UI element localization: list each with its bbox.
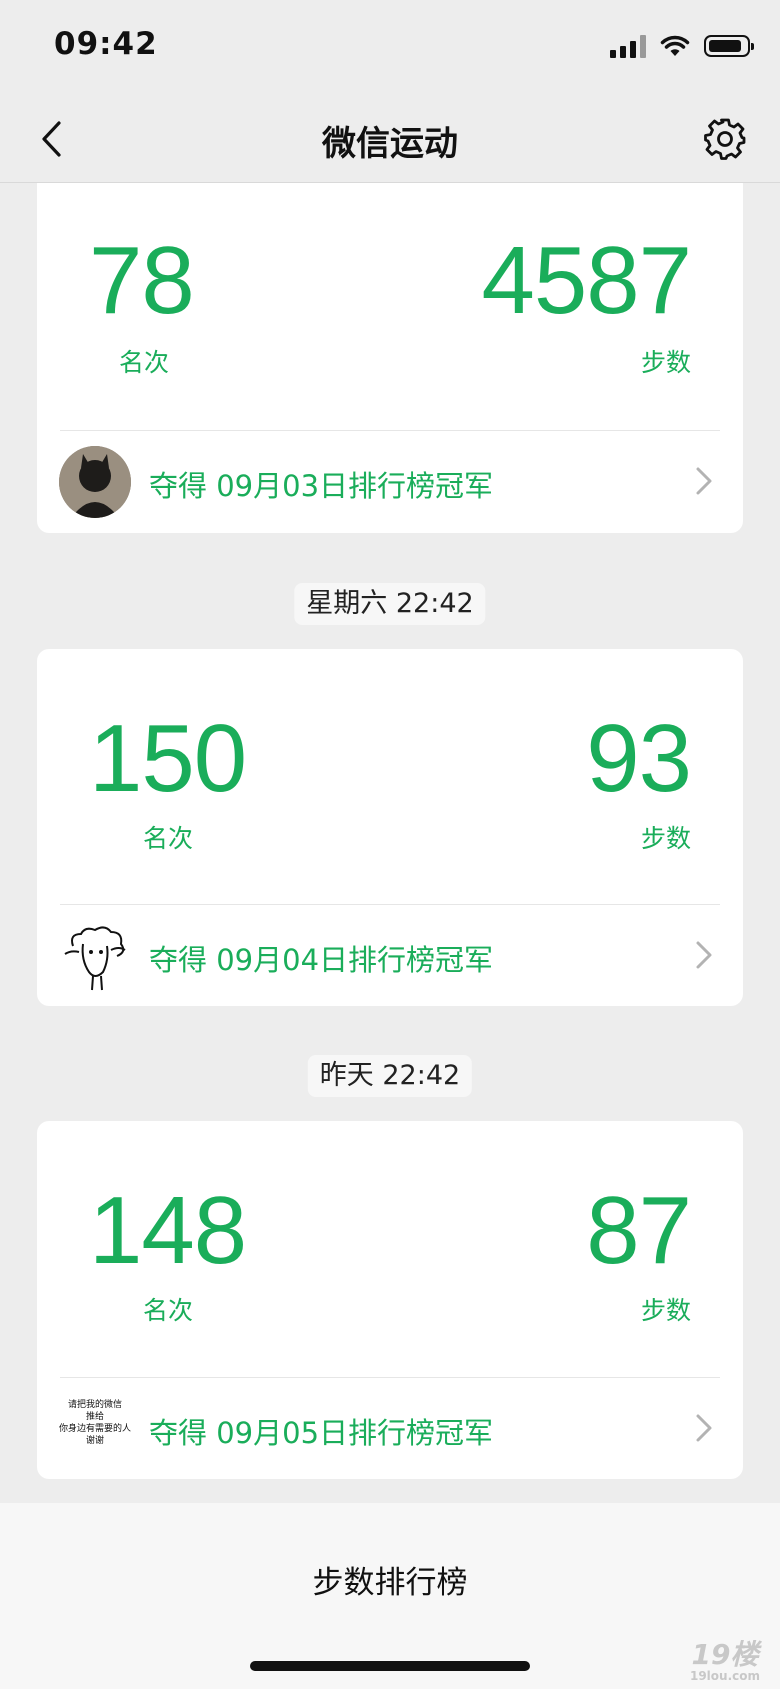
sports-feed[interactable]: 78 名次 4587 步数 夺得 09月03日排行榜冠军 星期六 22:42 1… <box>0 183 780 1503</box>
steps-value: 4587 <box>481 227 692 334</box>
navigation-bar: 微信运动 <box>0 96 780 183</box>
steps-label: 步数 <box>640 348 691 377</box>
watermark-text: 19楼 <box>691 1638 759 1671</box>
timestamp-label: 星期六 22:42 <box>294 583 486 625</box>
rank-value: 78 <box>89 227 195 334</box>
champion-text: 夺得 09月03日排行榜冠军 <box>149 469 494 503</box>
champion-row[interactable]: 请把我的微信 推给 你身边有需要的人 谢谢 夺得 09月05日排行榜冠军 <box>37 1378 743 1478</box>
record-card: 150 名次 93 步数 夺得 09月04日排行榜冠军 <box>37 649 743 1006</box>
cellular-signal-icon <box>610 34 646 58</box>
settings-button[interactable] <box>700 114 750 164</box>
champion-row[interactable]: 夺得 09月04日排行榜冠军 <box>37 905 743 1005</box>
status-bar: 09:42 <box>0 0 780 96</box>
champion-text: 夺得 09月04日排行榜冠军 <box>149 943 494 977</box>
steps-label: 步数 <box>640 824 691 853</box>
home-indicator <box>250 1661 530 1671</box>
chevron-right-icon <box>696 941 712 969</box>
battery-icon <box>704 35 754 57</box>
watermark-url: 19lou.com <box>689 1669 760 1683</box>
avatar-caption: 请把我的微信 <box>67 1400 122 1410</box>
champion-text: 夺得 09月05日排行榜冠军 <box>149 1416 494 1450</box>
steps-label: 步数 <box>640 1296 691 1325</box>
steps-value: 87 <box>586 1177 692 1284</box>
page-title: 微信运动 <box>322 124 458 164</box>
champion-avatar <box>59 446 131 518</box>
rank-value: 150 <box>89 705 247 812</box>
steps-value: 93 <box>586 705 692 812</box>
record-card: 78 名次 4587 步数 夺得 09月03日排行榜冠军 <box>37 183 743 533</box>
record-card: 148 名次 87 步数 请把我的微信 推给 你身边有需要的人 谢谢 夺得 09… <box>37 1121 743 1479</box>
rank-label: 名次 <box>143 824 194 853</box>
rank-label: 名次 <box>119 348 170 377</box>
status-icons <box>610 34 754 58</box>
champion-row[interactable]: 夺得 09月03日排行榜冠军 <box>37 431 743 531</box>
champion-avatar <box>59 920 131 992</box>
avatar-caption: 谢谢 <box>85 1436 104 1446</box>
chevron-right-icon <box>696 467 712 495</box>
chevron-right-icon <box>696 1414 712 1442</box>
avatar-caption: 你身边有需要的人 <box>59 1424 131 1434</box>
timestamp-label: 昨天 22:42 <box>307 1055 473 1097</box>
wifi-icon <box>660 35 690 56</box>
avatar-caption: 推给 <box>85 1412 104 1422</box>
rank-label: 名次 <box>143 1296 194 1325</box>
status-time: 09:42 <box>54 26 158 62</box>
bottom-bar: 步数排行榜 19楼 19lou.com <box>0 1503 780 1689</box>
step-leaderboard-button[interactable]: 步数排行榜 <box>0 1543 780 1623</box>
rank-value: 148 <box>89 1177 247 1284</box>
watermark-logo: 19楼 19lou.com <box>689 1638 760 1684</box>
champion-avatar: 请把我的微信 推给 你身边有需要的人 谢谢 <box>59 1393 131 1465</box>
gear-icon <box>704 118 746 160</box>
